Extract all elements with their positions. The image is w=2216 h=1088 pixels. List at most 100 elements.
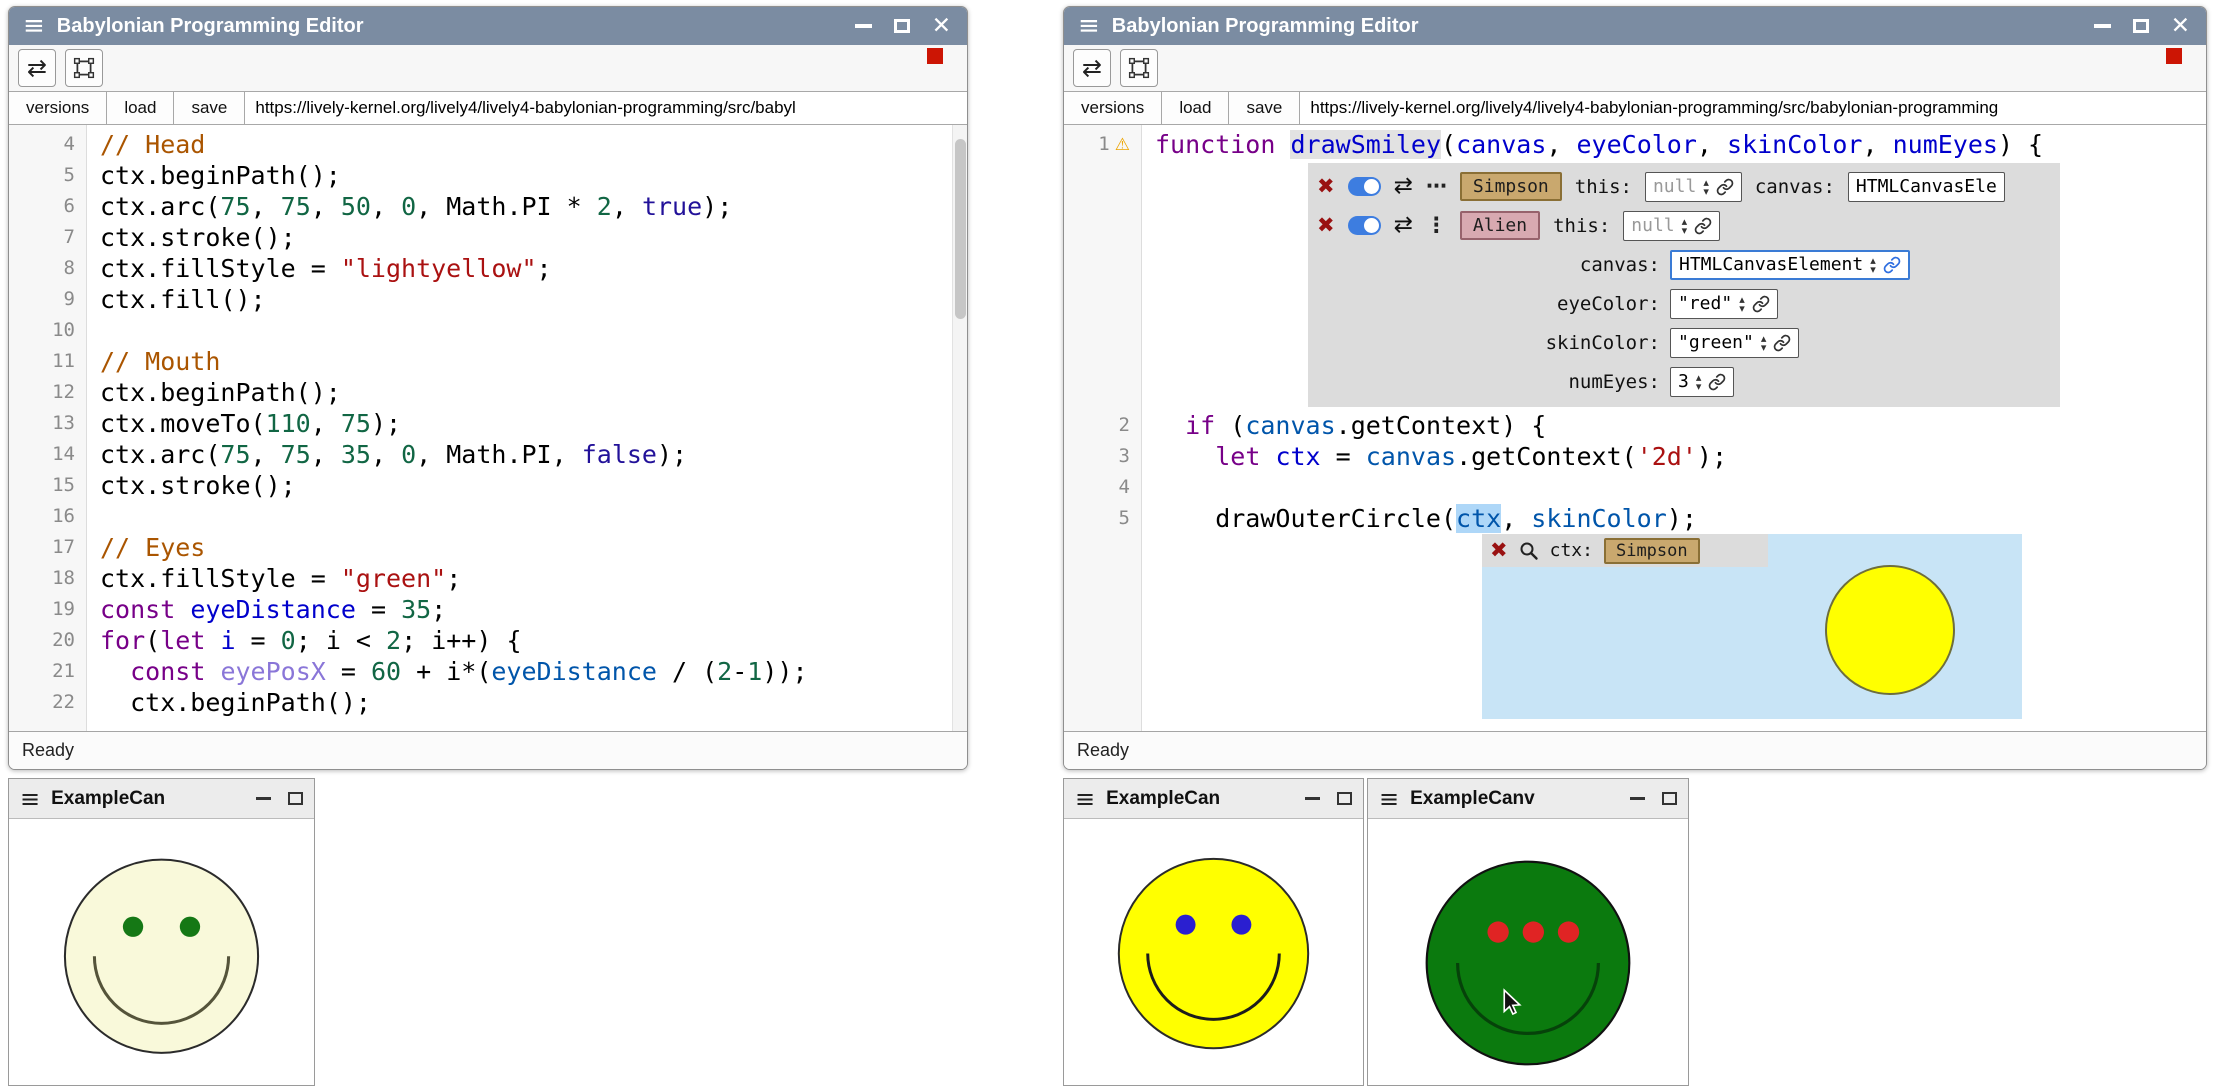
code-line[interactable]: 13ctx.moveTo(110, 75); xyxy=(9,408,967,439)
link-icon[interactable] xyxy=(1752,295,1770,313)
code-line[interactable]: 1⚠function drawSmiley(canvas, eyeColor, … xyxy=(1064,129,2206,160)
stepper-icon[interactable]: ▴▾ xyxy=(1703,178,1709,196)
code-line[interactable]: 15ctx.stroke(); xyxy=(9,470,967,501)
line-number[interactable]: 13 xyxy=(9,408,87,439)
line-number[interactable]: 9 xyxy=(9,284,87,315)
example-name-badge[interactable]: Alien xyxy=(1460,211,1540,240)
titlebar[interactable]: ≡ ExampleCanv xyxy=(1368,779,1688,819)
minimize-button[interactable] xyxy=(1630,797,1645,800)
line-number[interactable]: 5 xyxy=(1064,503,1142,534)
remove-probe-icon[interactable]: ✖ xyxy=(1490,540,1508,561)
value-box-this[interactable]: null ▴▾ xyxy=(1645,172,1742,202)
line-number[interactable]: 14 xyxy=(9,439,87,470)
maximize-button[interactable] xyxy=(288,792,303,805)
more-options-icon[interactable]: ⋮ xyxy=(1426,215,1447,236)
code-line[interactable]: 9ctx.fill(); xyxy=(9,284,967,315)
minimize-button[interactable] xyxy=(1305,797,1320,800)
code-line[interactable]: 21 const eyePosX = 60 + i*(eyeDistance /… xyxy=(9,656,967,687)
remove-example-icon[interactable]: ✖ xyxy=(1317,215,1335,236)
example-name-badge[interactable]: Simpson xyxy=(1460,172,1562,201)
code-line[interactable]: 17// Eyes xyxy=(9,532,967,563)
remove-example-icon[interactable]: ✖ xyxy=(1317,176,1335,197)
line-number[interactable]: 11 xyxy=(9,346,87,377)
url-field[interactable]: https://lively-kernel.org/lively4/lively… xyxy=(245,92,967,124)
magnifier-icon[interactable] xyxy=(1519,541,1539,561)
stepper-icon[interactable]: ▴▾ xyxy=(1739,295,1745,313)
value-box-numeyes[interactable]: 3 ▴▾ xyxy=(1670,367,1734,397)
frame-select-button[interactable] xyxy=(1120,49,1158,87)
stepper-icon[interactable]: ▴▾ xyxy=(1870,256,1876,274)
titlebar[interactable]: ≡ ExampleCan xyxy=(9,779,314,819)
toggle-probes-button[interactable]: ⇄ xyxy=(1073,49,1111,87)
load-button[interactable]: load xyxy=(107,92,174,124)
value-box-this[interactable]: null ▴▾ xyxy=(1623,211,1720,241)
code-editor[interactable]: 4// Head5ctx.beginPath();6ctx.arc(75, 75… xyxy=(9,125,967,731)
line-number[interactable]: 18 xyxy=(9,563,87,594)
maximize-button[interactable] xyxy=(1662,792,1677,805)
code-line[interactable]: 11// Mouth xyxy=(9,346,967,377)
code-line[interactable]: 2 if (canvas.getContext) { xyxy=(1064,410,2206,441)
close-button[interactable]: ✕ xyxy=(2171,15,2190,38)
code-line[interactable]: 10 xyxy=(9,315,967,346)
versions-button[interactable]: versions xyxy=(9,92,107,124)
code-line[interactable]: 22 ctx.beginPath(); xyxy=(9,687,967,718)
swap-arrows-icon[interactable]: ⇄ xyxy=(1394,214,1413,237)
line-number[interactable]: 4 xyxy=(1064,472,1142,503)
code-line[interactable]: 14ctx.arc(75, 75, 35, 0, Math.PI, false)… xyxy=(9,439,967,470)
stepper-icon[interactable]: ▴▾ xyxy=(1682,217,1688,235)
line-number[interactable]: 8 xyxy=(9,253,87,284)
scrollbar-thumb[interactable] xyxy=(955,139,966,319)
code-line[interactable]: 16 xyxy=(9,501,967,532)
code-line[interactable]: 4 xyxy=(1064,472,2206,503)
line-number[interactable]: 22 xyxy=(9,687,87,718)
link-icon[interactable] xyxy=(1716,178,1734,196)
line-number[interactable]: 3 xyxy=(1064,441,1142,472)
minimize-button[interactable] xyxy=(2094,24,2111,28)
vertical-scrollbar[interactable] xyxy=(952,125,967,731)
line-number[interactable]: 2 xyxy=(1064,410,1142,441)
code-line[interactable]: 6ctx.arc(75, 75, 50, 0, Math.PI * 2, tru… xyxy=(9,191,967,222)
line-number[interactable]: 4 xyxy=(9,129,87,160)
menu-icon[interactable]: ≡ xyxy=(1078,13,1100,39)
frame-select-button[interactable] xyxy=(65,49,103,87)
value-box-eyecolor[interactable]: "red" ▴▾ xyxy=(1670,289,1778,319)
code-line[interactable]: 19const eyeDistance = 35; xyxy=(9,594,967,625)
line-number[interactable]: 21 xyxy=(9,656,87,687)
link-icon[interactable] xyxy=(1883,256,1901,274)
line-number[interactable]: 5 xyxy=(9,160,87,191)
line-number[interactable]: 7 xyxy=(9,222,87,253)
close-button[interactable]: ✕ xyxy=(932,15,951,38)
minimize-button[interactable] xyxy=(855,24,872,28)
line-number[interactable]: 20 xyxy=(9,625,87,656)
code-line[interactable]: 12ctx.beginPath(); xyxy=(9,377,967,408)
save-button[interactable]: save xyxy=(1229,92,1300,124)
link-icon[interactable] xyxy=(1694,217,1712,235)
line-number[interactable]: 17 xyxy=(9,532,87,563)
link-icon[interactable] xyxy=(1773,334,1791,352)
save-button[interactable]: save xyxy=(174,92,245,124)
code-line[interactable]: 20for(let i = 0; i < 2; i++) { xyxy=(9,625,967,656)
more-options-icon[interactable]: ⋯ xyxy=(1426,176,1447,197)
titlebar[interactable]: ≡ ExampleCan xyxy=(1064,779,1363,819)
stepper-icon[interactable]: ▴▾ xyxy=(1696,373,1702,391)
value-box-skincolor[interactable]: "green" ▴▾ xyxy=(1670,328,1799,358)
titlebar[interactable]: ≡ Babylonian Programming Editor ✕ xyxy=(1064,7,2206,45)
url-field[interactable]: https://lively-kernel.org/lively4/lively… xyxy=(1300,92,2206,124)
example-toggle[interactable] xyxy=(1348,216,1381,235)
maximize-button[interactable] xyxy=(894,19,910,33)
line-number[interactable]: 1⚠ xyxy=(1064,129,1142,160)
maximize-button[interactable] xyxy=(2133,19,2149,33)
code-line[interactable]: 5ctx.beginPath(); xyxy=(9,160,967,191)
swap-arrows-icon[interactable]: ⇄ xyxy=(1394,175,1413,198)
code-line[interactable]: 5 drawOuterCircle(ctx, skinColor); xyxy=(1064,503,2206,534)
line-number[interactable]: 12 xyxy=(9,377,87,408)
value-box-canvas[interactable]: HTMLCanvasEle xyxy=(1848,172,2005,202)
toggle-probes-button[interactable]: ⇄ xyxy=(18,49,56,87)
code-line[interactable]: 18ctx.fillStyle = "green"; xyxy=(9,563,967,594)
menu-icon[interactable]: ≡ xyxy=(1379,787,1399,811)
stepper-icon[interactable]: ▴▾ xyxy=(1761,334,1767,352)
minimize-button[interactable] xyxy=(256,797,271,800)
line-number[interactable]: 19 xyxy=(9,594,87,625)
code-line[interactable]: 8ctx.fillStyle = "lightyellow"; xyxy=(9,253,967,284)
line-number[interactable]: 16 xyxy=(9,501,87,532)
